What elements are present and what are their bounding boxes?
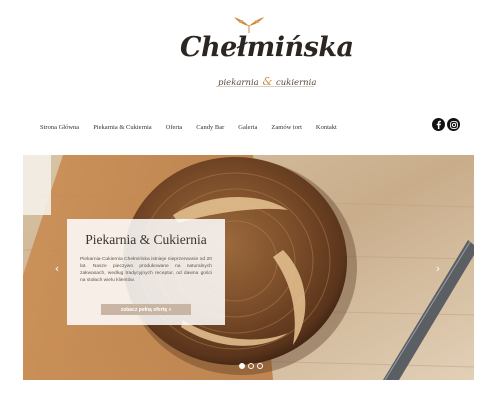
slider-pagination [239,363,263,369]
nav-item-bakery[interactable]: Piekarnia & Cukiernia [93,124,151,131]
nav-item-contact[interactable]: Kontakt [316,124,337,131]
nav-item-offer[interactable]: Oferta [166,124,183,131]
facebook-icon [432,118,445,131]
site-logo[interactable]: Chełmińska piekarnia & cukiernia [178,12,354,88]
instagram-link[interactable] [447,118,460,131]
facebook-link[interactable] [432,118,445,131]
nav-item-home[interactable]: Strona Główna [40,124,79,131]
slider-dot-3[interactable] [257,363,263,369]
logo-wordmark: Chełmińska [180,32,354,63]
nav-item-gallery[interactable]: Galeria [238,124,257,131]
slider-dot-2[interactable] [248,363,254,369]
hero-info-card: Piekarnia & Cukiernia Piekarnia-Cukierni… [67,219,225,325]
slider-dot-1[interactable] [239,363,245,369]
logo-divider [216,86,314,87]
nav-item-order-cake[interactable]: Zamów tort [271,124,302,131]
view-offer-button[interactable]: zobacz pełną ofertę » [101,304,191,315]
slider-prev-arrow[interactable]: ‹ [52,262,62,275]
card-description: Piekarnia-Cukiernia Chełmińska istnieje … [80,257,212,283]
nav-item-candy-bar[interactable]: Candy Bar [196,124,224,131]
slider-next-arrow[interactable]: › [433,262,443,275]
instagram-icon [447,118,460,131]
card-title: Piekarnia & Cukiernia [85,232,207,247]
main-nav: Strona Główna Piekarnia & Cukiernia Ofer… [40,121,337,133]
